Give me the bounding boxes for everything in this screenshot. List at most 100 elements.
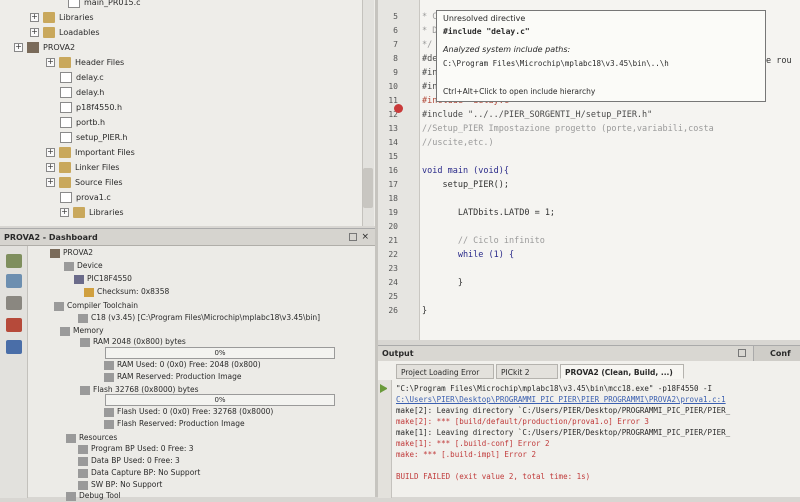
dashboard-row[interactable]: RAM Used: 0 (0x0) Free: 2048 (0x800) (104, 359, 261, 371)
row-icon (74, 274, 84, 284)
code-line[interactable]: #include "../../PIER_SORGENTI_H/setup_PI… (422, 108, 652, 122)
code-line[interactable]: } (422, 304, 427, 318)
output-line: "C:\Program Files\Microchip\mplabc18\v3.… (396, 384, 713, 393)
tree-item[interactable]: delay.c (60, 70, 104, 85)
code-line[interactable]: } (422, 276, 463, 290)
output-line[interactable]: C:\Users\PIER\Desktop\PROGRAMMI_PIC_PIER… (396, 395, 726, 405)
expand-icon[interactable]: + (14, 43, 23, 52)
dashboard-title: PROVA2 - Dashboard (0, 229, 375, 246)
tree-item[interactable]: setup_PIER.h (60, 130, 128, 145)
row-icon (104, 419, 114, 429)
tooltip-include-path[interactable]: C:\Program Files\Microchip\mplabc18\v3.4… (443, 59, 669, 68)
dashboard-row[interactable]: Program BP Used: 0 Free: 3 (78, 443, 194, 455)
dashboard-toolbar (0, 246, 28, 498)
help-icon[interactable] (6, 340, 22, 354)
expand-icon[interactable]: + (46, 148, 55, 157)
line-number: 9 (393, 68, 398, 77)
dashboard-row[interactable]: Flash Used: 0 (0x0) Free: 32768 (0x8000) (104, 406, 273, 418)
expand-icon[interactable]: + (46, 163, 55, 172)
dashboard-row[interactable]: Data BP Used: 0 Free: 3 (78, 455, 180, 467)
code-line[interactable]: //Setup_PIER Impostazione progetto (port… (422, 122, 714, 136)
tree-item[interactable]: + Header Files (46, 55, 124, 70)
expand-icon[interactable]: + (46, 178, 55, 187)
output-tab[interactable]: Project Loading Error (396, 364, 494, 379)
row-icon (66, 491, 76, 501)
dashboard-row[interactable]: RAM Reserved: Production Image (104, 371, 242, 383)
tooltip-title: Unresolved directive (443, 14, 526, 23)
tree-scroll-thumb[interactable] (363, 168, 373, 208)
folder-icon (59, 162, 71, 173)
refresh-icon[interactable] (6, 254, 22, 268)
tree-item[interactable]: + PROVA2 (14, 40, 75, 55)
code-line[interactable]: LATDbits.LATD0 = 1; (422, 206, 555, 220)
tree-item-label: Linker Files (75, 163, 120, 172)
dashboard-row[interactable]: PROVA2 (50, 247, 93, 259)
output-line: make[2]: *** [build/default/production/p… (396, 417, 649, 426)
expand-icon[interactable]: + (46, 58, 55, 67)
dashboard-panel: PROVA2 - Dashboard × PROVA2 Device PIC18F4… (0, 228, 375, 501)
tree-item[interactable]: main_PR015.c (68, 0, 141, 10)
dashboard-row-label: RAM Reserved: Production Image (117, 372, 242, 381)
tree-item[interactable]: + Libraries (60, 205, 124, 220)
memory-icon[interactable] (6, 296, 22, 310)
row-icon (50, 248, 60, 258)
tree-item[interactable]: + Linker Files (46, 160, 119, 175)
tree-item-label: PROVA2 (43, 43, 76, 52)
minimize-icon[interactable] (349, 233, 357, 241)
tree-item-label: Libraries (89, 208, 124, 217)
line-number: 22 (388, 250, 398, 259)
tree-item[interactable]: + Libraries (30, 10, 94, 25)
file-icon (60, 72, 72, 83)
code-line[interactable]: // Ciclo infinito (422, 234, 545, 248)
dashboard-row[interactable]: Debug Tool (66, 490, 121, 502)
row-icon (54, 301, 64, 311)
expand-icon[interactable]: + (30, 28, 39, 37)
code-line[interactable]: //uscite,etc.) (422, 136, 494, 150)
line-number: 21 (388, 236, 398, 245)
line-number: 7 (393, 40, 398, 49)
output-line: make[1]: Leaving directory `C:/Users/PIE… (396, 428, 731, 437)
dashboard-row[interactable]: Flash Reserved: Production Image (104, 418, 245, 430)
dashboard-row[interactable]: PIC18F4550 (74, 273, 132, 285)
code-line[interactable]: */ (422, 38, 432, 52)
output-line: BUILD FAILED (exit value 2, total time: … (396, 472, 591, 481)
output-tab[interactable]: PROVA2 (Clean, Build, ...) (560, 364, 684, 379)
dashboard-row[interactable]: Compiler Toolchain (54, 300, 138, 312)
dashboard-row-label: Debug Tool (79, 491, 121, 500)
file-icon (60, 117, 72, 128)
dashboard-row-label: Program BP Used: 0 Free: 3 (91, 444, 194, 453)
code-line[interactable]: setup_PIER(); (422, 178, 509, 192)
settings-icon[interactable] (6, 274, 22, 288)
tree-item[interactable]: p18f4550.h (60, 100, 122, 115)
tree-item[interactable]: prova1.c (60, 190, 111, 205)
code-line[interactable]: void main (void){ (422, 164, 509, 178)
dashboard-row[interactable]: Checksum: 0x8358 (84, 286, 169, 298)
tree-item[interactable]: portb.h (60, 115, 105, 130)
rerun-icon[interactable] (380, 384, 389, 393)
tree-item[interactable]: + Source Files (46, 175, 123, 190)
row-icon (80, 385, 90, 395)
minimize-icon[interactable] (738, 349, 746, 357)
tree-item[interactable]: + Loadables (30, 25, 99, 40)
dashboard-row[interactable]: Data Capture BP: No Support (78, 467, 200, 479)
close-icon[interactable]: × (361, 232, 369, 242)
tab-configuration[interactable]: Conf (753, 346, 800, 361)
expand-icon[interactable]: + (30, 13, 39, 22)
dashboard-row-label: PIC18F4550 (87, 274, 132, 283)
compiler-icon[interactable] (6, 318, 22, 332)
folder-icon (59, 57, 71, 68)
code-line[interactable]: while (1) { (422, 248, 514, 262)
row-icon (104, 407, 114, 417)
file-icon (68, 0, 80, 8)
dashboard-row[interactable]: Device (64, 260, 103, 272)
error-marker-icon[interactable] (394, 104, 403, 113)
expand-icon[interactable]: + (60, 208, 69, 217)
dashboard-row-label: Device (77, 261, 103, 270)
tooltip-paths-label: Analyzed system include paths: (443, 45, 571, 54)
line-number: 20 (388, 222, 398, 231)
dashboard-row[interactable]: C18 (v3.45) [C:\Program Files\Microchip\… (78, 312, 320, 324)
line-number: 6 (393, 26, 398, 35)
output-tab[interactable]: PICkit 2 (496, 364, 558, 379)
tree-item[interactable]: delay.h (60, 85, 104, 100)
tree-item[interactable]: + Important Files (46, 145, 135, 160)
